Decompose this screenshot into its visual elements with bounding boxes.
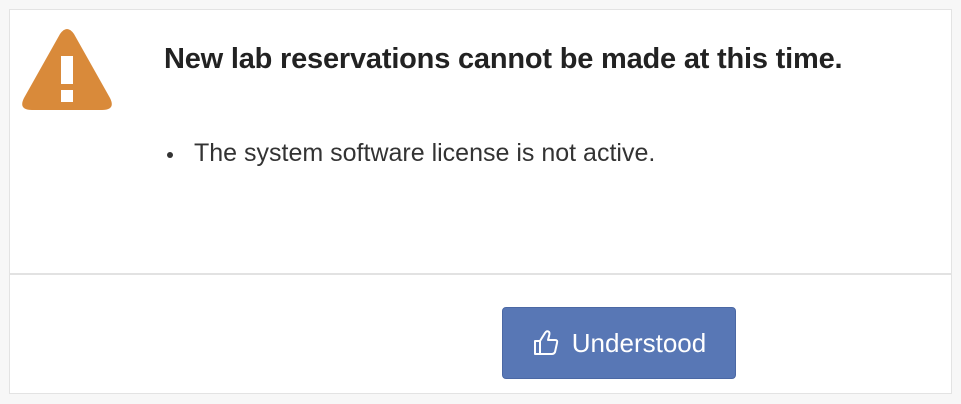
- warning-triangle-icon: [22, 29, 112, 110]
- understood-button-label: Understood: [571, 327, 707, 358]
- dialog-footer: Understood: [10, 275, 951, 393]
- understood-button[interactable]: Understood: [502, 307, 736, 379]
- message-list: The system software license is not activ…: [164, 139, 655, 168]
- dialog-body: New lab reservations cannot be made at t…: [10, 10, 951, 274]
- list-item: The system software license is not activ…: [164, 139, 655, 168]
- dialog-title: New lab reservations cannot be made at t…: [164, 43, 843, 75]
- message-text: The system software license is not activ…: [194, 139, 656, 167]
- bullet-icon: [167, 152, 173, 158]
- thumbs-up-icon: [533, 330, 559, 355]
- alert-dialog: New lab reservations cannot be made at t…: [9, 9, 952, 394]
